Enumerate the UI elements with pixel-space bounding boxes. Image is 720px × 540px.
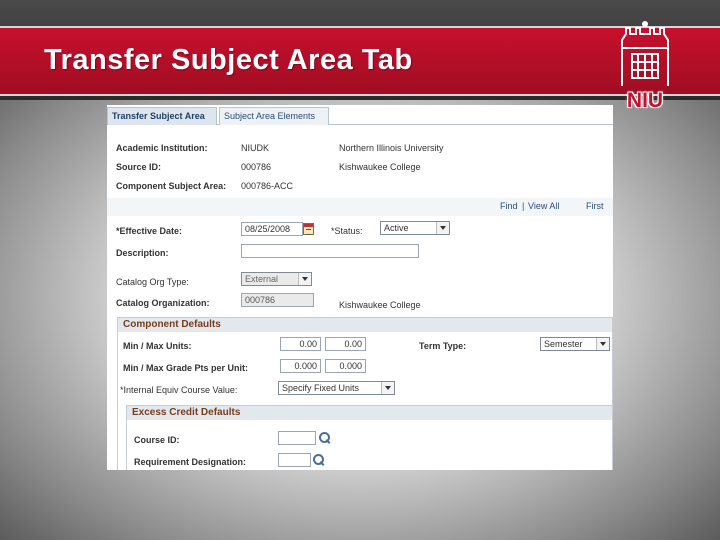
niu-logo: NIU [610,18,680,118]
max-units-input[interactable]: 0.00 [325,337,366,351]
description-input[interactable] [241,244,419,258]
grid-nav-separator: | [522,201,525,211]
internal-equiv-select[interactable]: Specify Fixed Units [278,381,395,395]
page-tabs: Transfer Subject Area Subject Area Eleme… [107,105,613,125]
course-id-input[interactable] [278,431,316,445]
component-defaults-title: Component Defaults [118,318,612,332]
catalog-organization-input: 000786 [241,293,314,307]
component-subject-area-value: 000786-ACC [241,181,294,191]
internal-equiv-value: Specify Fixed Units [282,383,360,393]
academic-institution-code: NIUDK [241,143,270,153]
chevron-down-icon [298,273,311,285]
grid-first-link[interactable]: First [586,201,604,211]
status-label: *Status: [331,226,363,236]
min-max-grade-pts-label: Min / Max Grade Pts per Unit: [123,363,249,373]
effective-date-input[interactable]: 08/25/2008 [241,222,303,236]
course-id-label: Course ID: [134,435,180,445]
academic-institution-name: Northern Illinois University [339,143,444,153]
slide-title: Transfer Subject Area Tab [44,44,413,76]
source-id-code: 000786 [241,162,272,172]
catalog-org-type-select: External [241,272,312,286]
chevron-down-icon [596,338,609,350]
academic-institution-label: Academic Institution: [116,143,208,153]
calendar-icon[interactable] [303,223,314,235]
internal-equiv-label: *Internal Equiv Course Value: [120,385,238,395]
tab-subject-area-elements[interactable]: Subject Area Elements [219,107,329,125]
chevron-down-icon [381,382,394,394]
component-subject-area-label: Component Subject Area: [116,181,227,191]
catalog-org-type-label: Catalog Org Type: [116,277,189,287]
catalog-org-type-value: External [245,274,279,284]
term-type-label: Term Type: [419,341,467,351]
excess-credit-title: Excess Credit Defaults [127,406,612,420]
chevron-down-icon [436,222,449,234]
description-label: Description: [116,248,169,258]
status-select-value: Active [384,223,409,233]
tower-logo-icon [621,21,669,86]
effective-date-label: *Effective Date: [116,226,183,236]
search-icon[interactable] [319,432,331,444]
min-max-units-label: Min / Max Units: [123,341,192,351]
search-icon[interactable] [313,454,325,466]
catalog-organization-label: Catalog Organization: [116,298,210,308]
peoplesoft-panel: Transfer Subject Area Subject Area Eleme… [107,105,613,470]
status-select[interactable]: Active [380,221,450,235]
requirement-designation-label: Requirement Designation: [134,457,247,467]
source-id-name: Kishwaukee College [339,162,421,172]
catalog-organization-name: Kishwaukee College [339,300,421,310]
grid-view-all-link[interactable]: View All [528,201,559,211]
tab-transfer-subject-area[interactable]: Transfer Subject Area [107,107,217,125]
term-type-select[interactable]: Semester [540,337,610,351]
max-grade-pts-input[interactable]: 0.000 [325,359,366,373]
requirement-designation-input[interactable] [278,453,311,467]
source-id-label: Source ID: [116,162,162,172]
logo-wordmark: NIU [626,89,664,112]
min-units-input[interactable]: 0.00 [280,337,321,351]
min-grade-pts-input[interactable]: 0.000 [280,359,321,373]
term-type-value: Semester [544,339,583,349]
grid-find-link[interactable]: Find [500,201,518,211]
